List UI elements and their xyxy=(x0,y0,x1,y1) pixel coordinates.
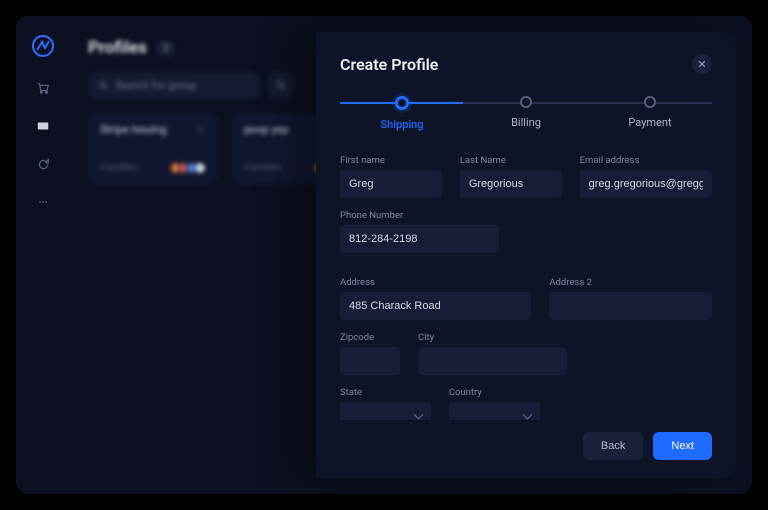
address2-label: Address 2 xyxy=(549,277,712,288)
avatar-stack xyxy=(174,162,206,174)
step-payment[interactable]: Payment xyxy=(588,96,712,131)
city-label: City xyxy=(418,332,567,343)
step-circle-icon xyxy=(644,96,656,108)
app-logo xyxy=(31,34,55,58)
card-meta: 4 profiles xyxy=(100,163,137,173)
close-button[interactable]: ✕ xyxy=(692,54,712,74)
phone-label: Phone Number xyxy=(340,210,499,221)
search-placeholder: Search for group xyxy=(115,79,196,92)
email-label: Email address xyxy=(580,155,712,166)
card-title: poop yep xyxy=(244,123,289,136)
search-icon xyxy=(98,80,109,91)
zipcode-field[interactable] xyxy=(340,347,400,375)
sort-icon xyxy=(275,79,287,91)
first-name-label: First name xyxy=(340,155,442,166)
modal-title: Create Profile xyxy=(340,55,438,74)
page-count-badge: 3 xyxy=(157,41,175,56)
profiles-icon[interactable] xyxy=(35,118,51,134)
sidebar xyxy=(16,16,70,494)
last-name-label: Last Name xyxy=(460,155,562,166)
create-profile-modal: Create Profile ✕ Shipping Billing Paymen… xyxy=(316,32,736,478)
cart-icon[interactable] xyxy=(35,80,51,96)
state-label: State xyxy=(340,387,431,398)
step-shipping[interactable]: Shipping xyxy=(340,96,464,131)
step-label: Billing xyxy=(511,116,541,129)
step-label: Shipping xyxy=(380,118,423,131)
country-label: Country xyxy=(449,387,540,398)
step-label: Payment xyxy=(628,116,671,129)
email-field[interactable] xyxy=(580,170,712,198)
address-field[interactable] xyxy=(340,292,531,320)
back-button[interactable]: Back xyxy=(583,432,643,460)
last-name-field[interactable] xyxy=(460,170,562,198)
card-title: Stripe Issuing xyxy=(100,123,167,136)
first-name-field[interactable] xyxy=(340,170,442,198)
step-circle-icon xyxy=(395,96,409,110)
phone-field[interactable] xyxy=(340,225,499,253)
form: First name Last Name Email address Phone… xyxy=(340,137,712,420)
star-icon[interactable]: ☆ xyxy=(196,123,206,136)
dots-icon[interactable] xyxy=(35,194,51,210)
zipcode-label: Zipcode xyxy=(340,332,400,343)
address2-field[interactable] xyxy=(549,292,712,320)
app-window: Profiles 3 Search for group Stripe Issui… xyxy=(16,16,752,494)
sort-button[interactable] xyxy=(268,72,294,98)
page-title: Profiles xyxy=(88,38,147,58)
state-select[interactable] xyxy=(340,402,431,420)
step-billing[interactable]: Billing xyxy=(464,96,588,131)
address-label: Address xyxy=(340,277,531,288)
refresh-icon[interactable] xyxy=(35,156,51,172)
country-select[interactable] xyxy=(449,402,540,420)
profile-group-card[interactable]: Stripe Issuing ☆ 4 profiles xyxy=(88,113,218,184)
search-input[interactable]: Search for group xyxy=(88,72,260,99)
step-circle-icon xyxy=(520,96,532,108)
stepper: Shipping Billing Payment xyxy=(340,96,712,131)
card-meta: 4 profiles xyxy=(244,163,281,173)
city-field[interactable] xyxy=(418,347,567,375)
next-button[interactable]: Next xyxy=(653,432,712,460)
